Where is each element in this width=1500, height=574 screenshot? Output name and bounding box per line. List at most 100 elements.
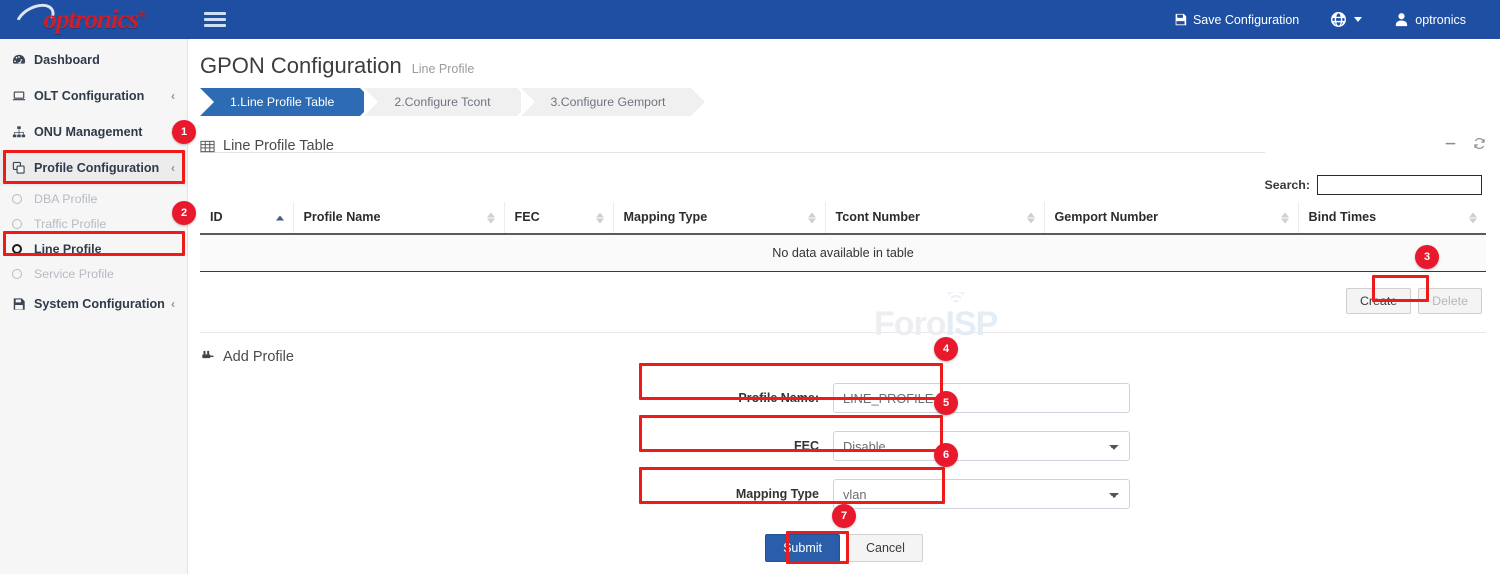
- column-header-mapping-type[interactable]: Mapping Type: [613, 202, 825, 234]
- plug-icon: [200, 350, 214, 364]
- search-row: Search:: [200, 175, 1486, 195]
- language-selector[interactable]: [1315, 0, 1378, 39]
- submit-button[interactable]: Submit: [765, 534, 840, 562]
- sort-icon: [487, 211, 495, 224]
- sort-icon: [596, 211, 604, 224]
- column-header-fec[interactable]: FEC: [504, 202, 613, 234]
- column-label: Gemport Number: [1055, 210, 1159, 224]
- column-header-tcont-number[interactable]: Tcont Number: [825, 202, 1044, 234]
- sidebar-label: OLT Configuration: [34, 89, 171, 103]
- form-buttons: Submit Cancel: [188, 534, 1500, 562]
- sidebar-subitem-line-profile[interactable]: Line Profile: [0, 236, 187, 261]
- wizard-step-3[interactable]: 3.Configure Gemport: [521, 88, 692, 116]
- chevron-down-icon: [1354, 17, 1362, 22]
- wizard-step-2[interactable]: 2.Configure Tcont: [364, 88, 516, 116]
- form-row-profile-name: Profile Name:: [188, 383, 1500, 413]
- user-name-label: optronics: [1415, 13, 1466, 27]
- sidebar: Dashboard OLT Configuration ‹ ONU Manage…: [0, 39, 188, 574]
- sidebar-item-profile-configuration[interactable]: Profile Configuration ‹: [0, 150, 187, 186]
- column-header-profile-name[interactable]: Profile Name: [293, 202, 504, 234]
- mapping-type-select[interactable]: vlan: [833, 479, 1130, 509]
- sidebar-subitem-traffic-profile[interactable]: Traffic Profile: [0, 211, 187, 236]
- column-label: FEC: [515, 210, 540, 224]
- globe-icon: [1331, 12, 1346, 27]
- cancel-button[interactable]: Cancel: [848, 534, 923, 562]
- form-row-mapping-type: Mapping Type vlan: [188, 479, 1500, 509]
- panel-header: Line Profile Table: [200, 133, 1486, 159]
- sidebar-label: System Configuration: [34, 297, 171, 311]
- wizard-step-label: 1.Line Profile Table: [230, 95, 334, 109]
- refresh-icon[interactable]: [1473, 137, 1486, 155]
- column-header-id[interactable]: ID: [200, 202, 293, 234]
- sidebar-label: Dashboard: [34, 53, 175, 67]
- sidebar-subitem-dba-profile[interactable]: DBA Profile: [0, 186, 187, 211]
- circle-icon: [12, 244, 34, 254]
- clone-icon: [12, 161, 34, 175]
- sort-icon: [1469, 211, 1477, 224]
- section-divider: [200, 332, 1486, 333]
- sidebar-arrow: ‹: [171, 125, 175, 139]
- column-label: Mapping Type: [624, 210, 708, 224]
- table-action-buttons: Create Delete: [200, 288, 1486, 314]
- wizard-step-1[interactable]: 1.Line Profile Table: [200, 88, 360, 116]
- column-label: Profile Name: [304, 210, 381, 224]
- page-subtitle: Line Profile: [412, 62, 475, 76]
- profile-name-label: Profile Name:: [188, 391, 833, 405]
- sort-icon: [1281, 211, 1289, 224]
- top-navbar: optronics® Save Configuration optronics: [0, 0, 1500, 39]
- column-label: ID: [210, 210, 223, 224]
- table-header: ID Profile Name FEC Mapping Type: [200, 202, 1486, 234]
- sidebar-item-system-configuration[interactable]: System Configuration ‹: [0, 286, 187, 322]
- panel-title: Line Profile Table: [223, 138, 334, 154]
- user-icon: [1394, 12, 1409, 27]
- create-button[interactable]: Create: [1346, 288, 1411, 314]
- delete-button: Delete: [1418, 288, 1482, 314]
- table-header-row: ID Profile Name FEC Mapping Type: [200, 202, 1486, 234]
- fec-select[interactable]: Disable: [833, 431, 1130, 461]
- brand-name: optronics: [43, 4, 138, 34]
- sidebar-label: Profile Configuration: [34, 161, 171, 175]
- table-body: No data available in table: [200, 234, 1486, 272]
- sidebar-arrow: ‹: [171, 297, 175, 311]
- column-label: Bind Times: [1309, 210, 1377, 224]
- page-header: GPON Configuration Line Profile: [188, 39, 1500, 79]
- search-input[interactable]: [1317, 175, 1482, 195]
- sidebar-subitem-service-profile[interactable]: Service Profile: [0, 261, 187, 286]
- table-empty-message: No data available in table: [200, 234, 1486, 272]
- add-profile-header: Add Profile: [188, 333, 1500, 365]
- laptop-icon: [12, 89, 34, 103]
- form-row-fec: FEC Disable: [188, 431, 1500, 461]
- sidebar-arrow: ‹: [171, 89, 175, 103]
- hamburger-icon[interactable]: [204, 9, 226, 30]
- main-content: GPON Configuration Line Profile 1.Line P…: [188, 39, 1500, 574]
- sidebar-sublabel: DBA Profile: [34, 192, 97, 206]
- panel-tools: [1444, 137, 1486, 155]
- search-label: Search:: [1265, 178, 1310, 192]
- sidebar-item-onu-management[interactable]: ONU Management ‹: [0, 114, 187, 150]
- line-profile-table: ID Profile Name FEC Mapping Type: [200, 202, 1486, 272]
- circle-icon: [12, 219, 34, 229]
- column-header-bind-times[interactable]: Bind Times: [1298, 202, 1486, 234]
- circle-icon: [12, 194, 34, 204]
- fec-label: FEC: [188, 439, 833, 453]
- brand-logo[interactable]: optronics®: [0, 0, 188, 39]
- wizard-steps: 1.Line Profile Table 2.Configure Tcont 3…: [200, 88, 1500, 116]
- sidebar-sublabel: Traffic Profile: [34, 217, 106, 231]
- save-configuration-button[interactable]: Save Configuration: [1158, 0, 1315, 39]
- sort-icon: [808, 211, 816, 224]
- sidebar-sublabel: Service Profile: [34, 267, 114, 281]
- tachometer-icon: [12, 53, 34, 67]
- user-menu[interactable]: optronics: [1378, 0, 1482, 39]
- sidebar-label: ONU Management: [34, 125, 171, 139]
- sidebar-item-dashboard[interactable]: Dashboard: [0, 42, 187, 78]
- sitemap-icon: [12, 125, 34, 139]
- profile-name-input[interactable]: [833, 383, 1130, 413]
- sort-icon-asc: [276, 214, 284, 221]
- column-header-gemport-number[interactable]: Gemport Number: [1044, 202, 1298, 234]
- sort-icon: [1027, 211, 1035, 224]
- line-profile-table-panel: Line Profile Table Search: ID: [188, 133, 1500, 333]
- minus-icon[interactable]: [1444, 137, 1457, 155]
- mapping-type-label: Mapping Type: [188, 487, 833, 501]
- sidebar-item-olt-configuration[interactable]: OLT Configuration ‹: [0, 78, 187, 114]
- wizard-step-label: 2.Configure Tcont: [394, 95, 490, 109]
